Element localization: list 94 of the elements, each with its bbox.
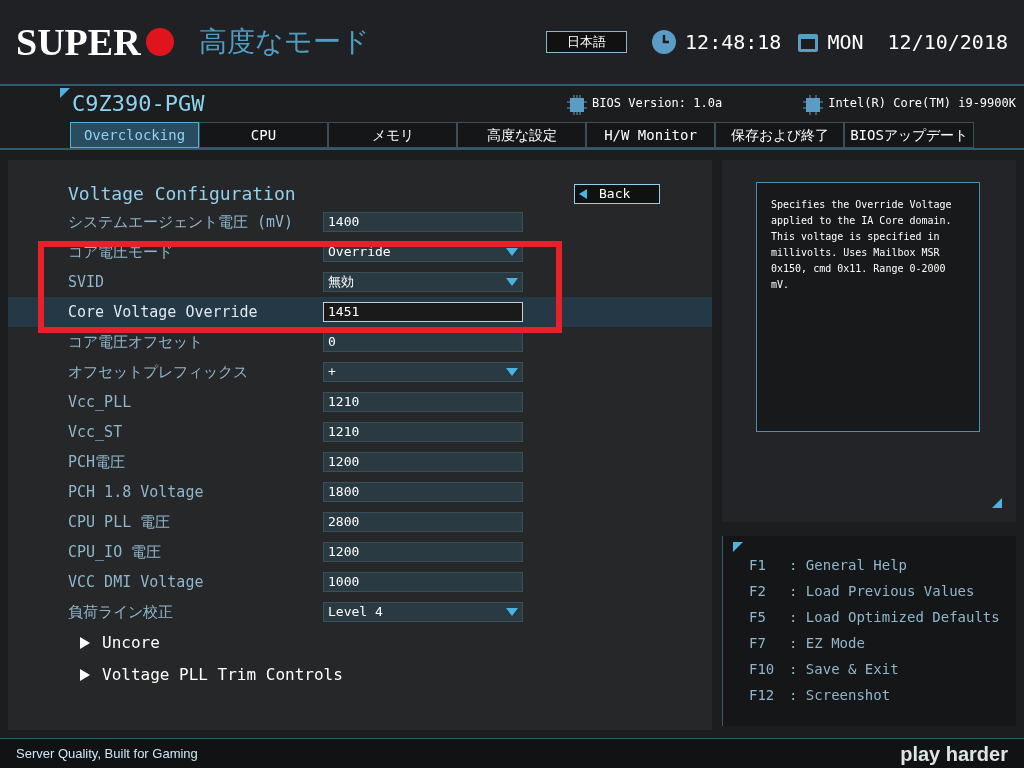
setting-label: CPU_IO 電圧 xyxy=(68,541,163,563)
setting-label: コア電圧オフセット xyxy=(68,331,204,353)
hotkey-action: : Load Optimized Defaults xyxy=(789,607,1000,627)
submenu-label: Uncore xyxy=(102,632,160,654)
dropdown-arrow-icon xyxy=(506,368,518,376)
hotkey-action: : Screenshot xyxy=(789,685,891,705)
setting-row[interactable]: PCH 1.8 Voltage 1800 xyxy=(8,477,712,507)
select-value: 無効 xyxy=(328,273,354,292)
hotkey-key: F5 xyxy=(749,606,789,628)
setting-label: システムエージェント電圧 (mV) xyxy=(68,211,295,233)
select-value: Override xyxy=(328,243,391,262)
expand-arrow-icon xyxy=(80,637,90,649)
setting-label: SVID xyxy=(68,271,106,293)
date-text: MON 12/10/2018 xyxy=(827,29,1008,56)
board-model: C9Z390-PGW xyxy=(72,90,205,118)
clock-time: 12:48:18 xyxy=(685,29,782,56)
tab[interactable]: Overclocking xyxy=(70,122,199,148)
left-arrow-icon xyxy=(579,188,587,199)
setting-label: 負荷ライン校正 xyxy=(68,601,174,623)
input-field[interactable]: 1451 xyxy=(323,302,523,322)
calendar-icon xyxy=(797,31,820,53)
brand-logo: SUPER xyxy=(16,19,141,65)
setting-row[interactable]: 負荷ライン校正 Level 4 xyxy=(8,597,712,627)
logo-dot-icon xyxy=(144,27,175,57)
language-button[interactable]: 日本語 xyxy=(546,31,628,53)
setting-row[interactable]: オフセットプレフィックス + xyxy=(8,357,712,387)
setting-row[interactable]: CPU_IO 電圧 1200 xyxy=(8,537,712,567)
chip-icon xyxy=(566,94,589,116)
select-value: Level 4 xyxy=(328,603,383,622)
mode-title: 高度なモード xyxy=(198,24,370,60)
corner-mark-icon xyxy=(733,542,743,552)
submenu-link[interactable]: Uncore xyxy=(8,627,712,659)
setting-row[interactable]: システムエージェント電圧 (mV) 1400 xyxy=(8,207,712,237)
input-field[interactable]: 1210 xyxy=(323,422,523,442)
submenu-label: Voltage PLL Trim Controls xyxy=(102,664,343,686)
hotkey-action: : Load Previous Values xyxy=(789,581,975,601)
select-field[interactable]: 無効 xyxy=(323,272,523,292)
tab[interactable]: 保存および終了 xyxy=(715,122,844,148)
input-field[interactable]: 1200 xyxy=(323,542,523,562)
expand-arrow-icon xyxy=(80,669,90,681)
dropdown-arrow-icon xyxy=(506,608,518,616)
input-field[interactable]: 1800 xyxy=(323,482,523,502)
setting-label: Core Voltage Override xyxy=(68,301,259,323)
setting-row[interactable]: コア電圧オフセット 0 xyxy=(8,327,712,357)
hotkey-key: F2 xyxy=(749,580,789,602)
cpu-icon xyxy=(802,94,825,116)
hotkey-key: F10 xyxy=(749,658,789,680)
input-field[interactable]: 1400 xyxy=(323,212,523,232)
clock-icon xyxy=(651,29,678,55)
setting-label: PCH 1.8 Voltage xyxy=(68,481,205,503)
corner-mark-icon xyxy=(60,88,70,98)
setting-label: オフセットプレフィックス xyxy=(68,361,249,383)
setting-label: VCC DMI Voltage xyxy=(68,571,205,593)
setting-row[interactable]: PCH電圧 1200 xyxy=(8,447,712,477)
cpu-model: Intel(R) Core(TM) i9-9900K xyxy=(828,95,1016,112)
tab[interactable]: BIOSアップデート xyxy=(844,122,974,148)
select-field[interactable]: + xyxy=(323,362,523,382)
setting-row[interactable]: VCC DMI Voltage 1000 xyxy=(8,567,712,597)
hotkey-action: : Save & Exit xyxy=(789,659,899,679)
hotkey-action: : EZ Mode xyxy=(789,633,865,653)
section-title: Voltage Configuration xyxy=(68,182,296,206)
hotkey-key: F7 xyxy=(749,632,789,654)
tab[interactable]: CPU xyxy=(199,122,328,148)
back-button[interactable]: Back xyxy=(574,183,660,204)
tab[interactable]: メモリ xyxy=(328,122,457,148)
tab[interactable]: 高度な設定 xyxy=(457,122,586,148)
tab[interactable]: H/W Monitor xyxy=(586,122,715,148)
input-field[interactable]: 1200 xyxy=(323,452,523,472)
footer-tagline: play harder xyxy=(900,741,1008,767)
setting-row[interactable]: SVID 無効 xyxy=(8,267,712,297)
dropdown-arrow-icon xyxy=(506,278,518,286)
corner-mark-icon xyxy=(992,498,1002,508)
input-field[interactable]: 1210 xyxy=(323,392,523,412)
setting-label: CPU PLL 電圧 xyxy=(68,511,172,533)
input-field[interactable]: 1000 xyxy=(323,572,523,592)
bios-version: BIOS Version: 1.0a xyxy=(592,95,723,112)
hotkey-key: F1 xyxy=(749,554,789,576)
footer-slogan: Server Quality, Built for Gaming xyxy=(16,744,198,763)
dropdown-arrow-icon xyxy=(506,248,518,256)
selected-row[interactable]: Core Voltage Override 1451 xyxy=(8,297,712,327)
setting-label: PCH電圧 xyxy=(68,451,127,473)
setting-row[interactable]: Vcc_PLL 1210 xyxy=(8,387,712,417)
input-field[interactable]: 0 xyxy=(323,332,523,352)
setting-label: Vcc_PLL xyxy=(68,391,133,413)
setting-row[interactable]: Vcc_ST 1210 xyxy=(8,417,712,447)
setting-row[interactable]: CPU PLL 電圧 2800 xyxy=(8,507,712,537)
hotkey-action: : General Help xyxy=(789,555,907,575)
select-value: + xyxy=(328,363,336,382)
input-field[interactable]: 2800 xyxy=(323,512,523,532)
select-field[interactable]: Level 4 xyxy=(323,602,523,622)
submenu-link[interactable]: Voltage PLL Trim Controls xyxy=(8,659,712,691)
hotkey-key: F12 xyxy=(749,684,789,706)
help-text: Specifies the Override Voltage applied to the IA Core domain. This voltage is specified in millivolts. Uses Mailbox MSR 0x150, cmd 0x11. Range 0-2000 mV. xyxy=(771,198,953,292)
setting-label: Vcc_ST xyxy=(68,421,124,443)
